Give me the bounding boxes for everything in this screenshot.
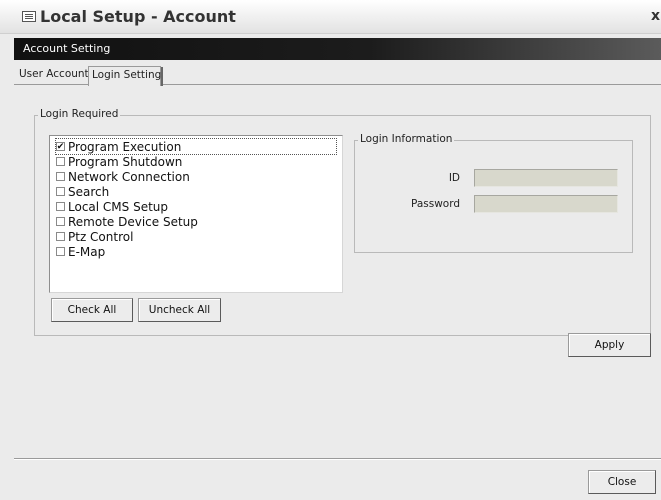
checkbox[interactable] — [56, 217, 65, 226]
apply-button[interactable]: Apply — [568, 333, 651, 357]
password-label: Password — [410, 198, 460, 210]
list-item[interactable]: Search — [56, 184, 336, 199]
checkbox[interactable] — [56, 157, 65, 166]
checkbox[interactable]: ✔ — [56, 142, 65, 151]
list-item-label: Program Execution — [68, 139, 182, 154]
window-icon — [22, 11, 36, 22]
list-item-label: Search — [68, 184, 110, 199]
login-required-list[interactable]: ✔ Program Execution Program Shutdown Net… — [49, 135, 343, 293]
list-item[interactable]: Local CMS Setup — [56, 199, 336, 214]
check-all-button[interactable]: Check All — [51, 298, 133, 322]
list-item[interactable]: E-Map — [56, 244, 336, 259]
list-item-label: Program Shutdown — [68, 154, 183, 169]
id-field[interactable] — [474, 169, 618, 187]
checkbox[interactable] — [56, 172, 65, 181]
checkbox[interactable] — [56, 187, 65, 196]
list-item-label: E-Map — [68, 244, 106, 259]
list-item-label: Local CMS Setup — [68, 199, 169, 214]
check-mark-icon: ✔ — [56, 141, 65, 152]
checkbox[interactable] — [56, 202, 65, 211]
uncheck-all-button[interactable]: Uncheck All — [138, 298, 221, 322]
checkbox[interactable] — [56, 247, 65, 256]
id-label: ID — [448, 172, 460, 184]
list-item[interactable]: Ptz Control — [56, 229, 336, 244]
title-bar[interactable]: Local Setup - Account x — [0, 0, 661, 34]
close-button[interactable]: Close — [588, 470, 656, 494]
window-title: Local Setup - Account — [40, 7, 236, 26]
list-item-label: Network Connection — [68, 169, 190, 184]
tab-login-setting[interactable]: Login Setting — [88, 66, 163, 86]
login-required-title: Login Required — [38, 108, 121, 120]
window-close-button[interactable]: x — [651, 9, 661, 23]
list-item[interactable]: Program Shutdown — [56, 154, 336, 169]
bottom-divider — [14, 458, 661, 460]
list-item[interactable]: Remote Device Setup — [56, 214, 336, 229]
login-information-title: Login Information — [358, 133, 455, 145]
section-header: Account Setting — [14, 38, 661, 60]
checkbox[interactable] — [56, 232, 65, 241]
list-item-label: Remote Device Setup — [68, 214, 198, 229]
list-item-label: Ptz Control — [68, 229, 134, 244]
list-item[interactable]: ✔ Program Execution — [55, 138, 337, 155]
tab-user-account[interactable]: User Account — [16, 66, 89, 85]
password-field[interactable] — [474, 195, 618, 213]
list-item[interactable]: Network Connection — [56, 169, 336, 184]
